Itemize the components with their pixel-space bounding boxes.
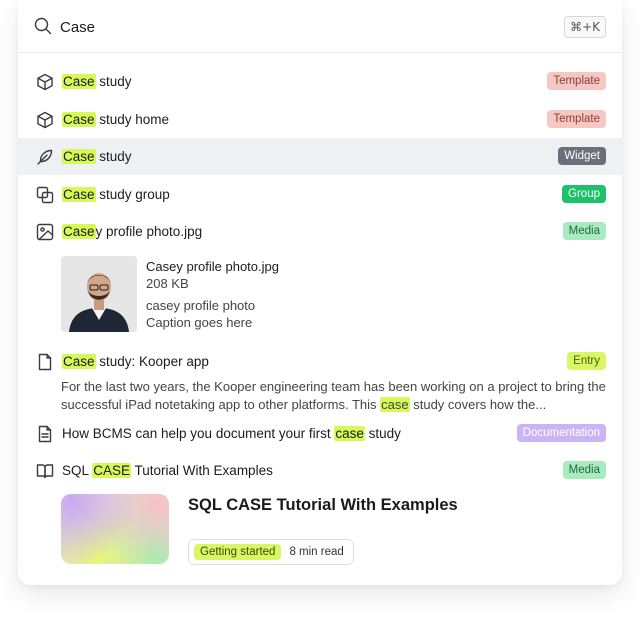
result-label: Case study home (62, 112, 170, 127)
match-highlight: Case (62, 187, 96, 202)
result-label: Case study group (62, 187, 170, 202)
type-badge-media: Media (562, 461, 606, 479)
keyboard-shortcut-hint: ⌘+K (564, 16, 606, 38)
command-palette: ⌘+K Case study Template Case study home … (18, 0, 622, 585)
type-badge-media: Media (562, 222, 606, 240)
cube-icon (37, 73, 53, 91)
type-badge-group: Group (562, 185, 606, 203)
media-alt-text: casey profile photo (146, 298, 256, 313)
search-input[interactable] (60, 14, 540, 40)
article-cover-image (61, 494, 169, 564)
entry-excerpt: For the last two years, the Kooper engin… (61, 379, 606, 412)
article-read-time: 8 min read (289, 546, 344, 558)
result-label: Case study: Kooper app (62, 354, 209, 369)
result-media-casey-profile-photo[interactable]: Casey profile photo.jpg Media (18, 213, 622, 250)
match-highlight: case (380, 397, 410, 412)
result-template-case-study-home[interactable]: Case study home Template (18, 101, 622, 138)
result-media-sql-case-tutorial[interactable]: SQL CASE Tutorial With Examples Media (18, 452, 622, 489)
person-portrait-image (61, 256, 137, 332)
result-template-case-study[interactable]: Case study Template (18, 63, 622, 100)
type-badge-entry: Entry (567, 352, 606, 370)
type-badge-template: Template (547, 110, 606, 128)
result-documentation-bcms[interactable]: How BCMS can help you document your firs… (18, 415, 622, 452)
media-meta: Casey profile photo.jpg 208 KB casey pro… (146, 258, 279, 331)
result-entry-kooper-app[interactable]: Case study: Kooper app Entry (18, 343, 622, 380)
search-icon (34, 17, 52, 35)
match-highlight: CASE (92, 463, 132, 478)
media-filesize: 208 KB (146, 276, 189, 291)
match-highlight: Case (62, 149, 96, 164)
cube-icon (37, 111, 53, 129)
feather-icon (37, 149, 53, 165)
media-filename: Casey profile photo.jpg (146, 259, 279, 274)
result-label: Case study (62, 149, 132, 164)
article-preview[interactable]: SQL CASE Tutorial With Examples Getting … (61, 494, 606, 566)
book-icon (36, 464, 54, 479)
result-label: Casey profile photo.jpg (62, 224, 203, 239)
image-icon (36, 223, 54, 241)
result-label: Case study (62, 74, 132, 89)
match-highlight: Case (62, 74, 96, 89)
result-label: SQL CASE Tutorial With Examples (62, 463, 273, 478)
match-highlight: Case (62, 112, 96, 127)
media-preview: Casey profile photo.jpg 208 KB casey pro… (61, 256, 581, 332)
type-badge-template: Template (547, 72, 606, 90)
result-widget-case-study[interactable]: Case study Widget (18, 138, 622, 175)
article-category-tag: Getting started (194, 544, 282, 560)
type-badge-widget: Widget (558, 147, 606, 165)
match-highlight: Case (62, 224, 96, 239)
document-lines-icon (38, 425, 52, 443)
search-bar: ⌘+K (18, 0, 622, 53)
type-badge-documentation: Documentation (516, 424, 606, 442)
profile-photo-thumbnail[interactable] (61, 256, 137, 332)
result-label: How BCMS can help you document your firs… (62, 426, 401, 441)
article-title: SQL CASE Tutorial With Examples (188, 496, 458, 514)
document-icon (38, 353, 52, 371)
article-meta: Getting started 8 min read (188, 539, 354, 565)
match-highlight: Case (62, 354, 96, 369)
result-group-case-study-group[interactable]: Case study group Group (18, 176, 622, 213)
match-highlight: case (334, 426, 365, 441)
group-icon (36, 186, 54, 204)
media-caption: Caption goes here (146, 315, 253, 330)
